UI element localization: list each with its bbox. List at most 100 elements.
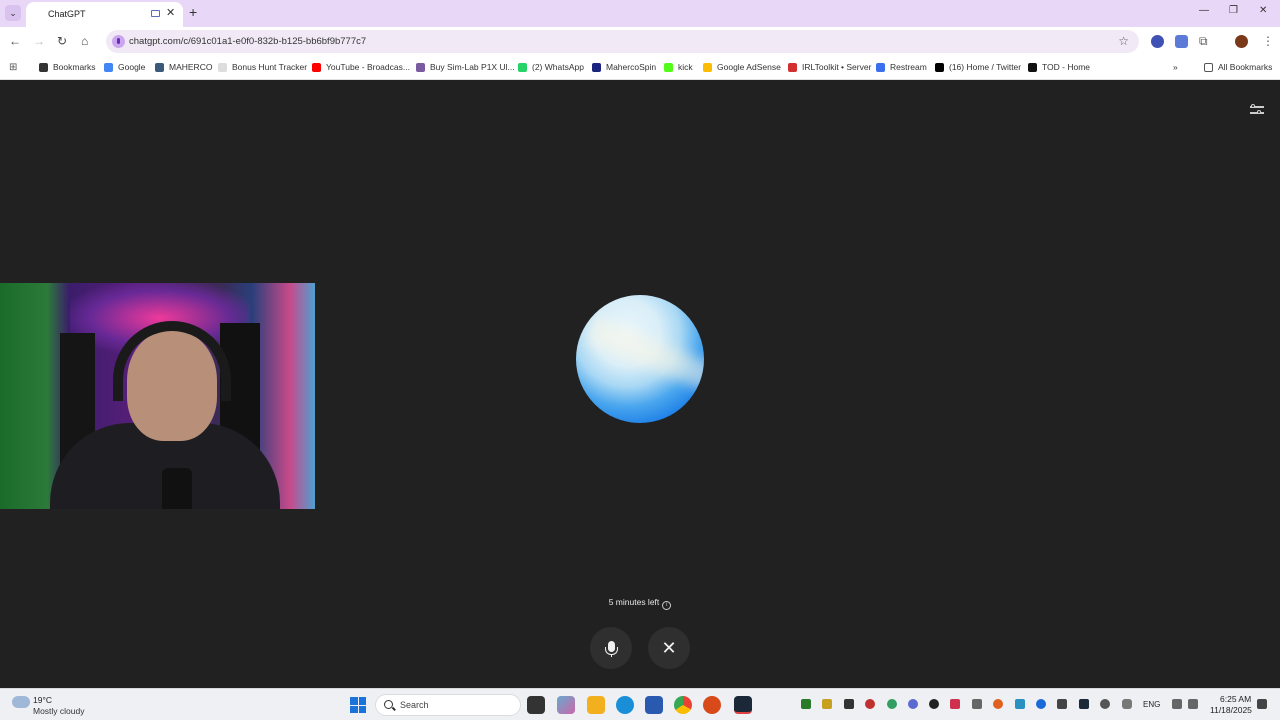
tod-icon xyxy=(1028,62,1037,72)
menu-kebab-icon[interactable]: ⋮ xyxy=(1262,34,1274,48)
task-view-icon[interactable] xyxy=(527,696,545,714)
reload-icon[interactable]: ↻ xyxy=(57,34,67,48)
tab-search-button[interactable]: ⌄ xyxy=(5,5,21,21)
volume-icon[interactable] xyxy=(1188,699,1198,709)
bookmark-item[interactable]: Google AdSense xyxy=(703,62,781,72)
x-icon xyxy=(935,62,944,72)
simlab-icon xyxy=(416,62,425,72)
copilot-icon[interactable] xyxy=(557,696,575,714)
weather-temp: 19°C xyxy=(33,695,52,705)
store-icon[interactable] xyxy=(645,696,663,714)
bookmark-item[interactable]: Bookmarks xyxy=(39,62,96,72)
tray-icon[interactable] xyxy=(887,699,897,709)
whatsapp-icon xyxy=(518,62,527,72)
bookmark-item[interactable]: TOD - Home xyxy=(1028,62,1090,72)
all-bookmarks[interactable]: All Bookmarks xyxy=(1204,62,1272,72)
profile-avatar[interactable] xyxy=(1235,35,1248,48)
minimize-icon[interactable]: — xyxy=(1199,5,1209,16)
address-bar[interactable]: chatgpt.com/c/691c01a1-e0f0-832b-b125-bb… xyxy=(106,30,1139,53)
bookmarks-bar: ⊞ Bookmarks Google MAHERCO Bonus Hunt Track… xyxy=(0,56,1280,80)
tray-icon[interactable] xyxy=(908,699,918,709)
bookmark-item[interactable]: MahercoSpin xyxy=(592,62,656,72)
language-indicator[interactable]: ENG xyxy=(1143,700,1160,709)
end-voice-button[interactable]: ✕ xyxy=(648,627,690,669)
settings-sliders-icon[interactable] xyxy=(1250,103,1264,117)
back-icon[interactable]: ← xyxy=(9,34,21,48)
kick-icon xyxy=(664,62,673,72)
new-tab-button[interactable]: + xyxy=(189,4,197,20)
file-explorer-icon[interactable] xyxy=(587,696,605,714)
bookmark-item[interactable]: (16) Home / Twitter xyxy=(935,62,1021,72)
mic-indicator-icon[interactable] xyxy=(112,35,125,48)
close-icon: ✕ xyxy=(661,637,677,658)
mahercospin-icon xyxy=(592,62,601,72)
network-icon[interactable] xyxy=(1172,699,1182,709)
clock-date[interactable]: 11/18/2025 xyxy=(1210,705,1252,715)
bookmark-item[interactable]: MAHERCO xyxy=(155,62,212,72)
tray-icon[interactable] xyxy=(950,699,960,709)
tray-icon[interactable] xyxy=(1100,699,1110,709)
weather-desc: Mostly cloudy xyxy=(33,706,85,716)
tab-chatgpt[interactable]: ChatGPT ✕ xyxy=(26,2,183,27)
irltoolkit-icon xyxy=(788,62,797,72)
clock-time[interactable]: 6:25 AM xyxy=(1220,694,1251,704)
home-icon[interactable]: ⌂ xyxy=(81,34,88,48)
webcam-overlay xyxy=(0,283,315,509)
restream-icon xyxy=(876,62,885,72)
weather-cloud-icon[interactable] xyxy=(12,696,30,708)
star-icon xyxy=(39,62,48,72)
tab-media-icon[interactable] xyxy=(151,10,160,17)
bluetooth-icon[interactable] xyxy=(1036,699,1046,709)
tray-icon[interactable] xyxy=(993,699,1003,709)
folder-icon xyxy=(1204,62,1213,72)
tray-icon[interactable] xyxy=(844,699,854,709)
mic-tray-icon[interactable] xyxy=(1122,699,1132,709)
apps-grid-icon[interactable]: ⊞ xyxy=(9,62,17,73)
app-icon[interactable] xyxy=(703,696,721,714)
microphone-button[interactable] xyxy=(590,627,632,669)
tray-icon[interactable] xyxy=(1015,699,1025,709)
url-text: chatgpt.com/c/691c01a1-e0f0-832b-b125-bb… xyxy=(129,36,367,47)
time-left-label: 5 minutes left i xyxy=(0,597,1280,610)
window-close-icon[interactable]: ✕ xyxy=(1259,5,1267,16)
start-button[interactable] xyxy=(350,697,366,713)
bookmark-item[interactable]: IRLToolkit • Server xyxy=(788,62,871,72)
bookmark-item[interactable]: (2) WhatsApp xyxy=(518,62,584,72)
notification-bell-icon[interactable] xyxy=(1257,699,1267,709)
browser-toolbar: ← → ↻ ⌂ chatgpt.com/c/691c01a1-e0f0-832b… xyxy=(0,27,1280,56)
extensions-puzzle-icon[interactable]: ⧉ xyxy=(1199,34,1208,49)
edge-icon[interactable] xyxy=(616,696,634,714)
maherco-icon xyxy=(155,62,164,72)
tray-icon[interactable] xyxy=(972,699,982,709)
steam-icon[interactable] xyxy=(734,696,752,714)
google-icon xyxy=(104,62,113,72)
voice-mode-view: 5 minutes left i ✕ xyxy=(0,81,1280,688)
tray-icon[interactable] xyxy=(822,699,832,709)
chrome-icon[interactable] xyxy=(674,696,692,714)
bookmark-item[interactable]: kick xyxy=(664,62,693,72)
bookmark-item[interactable]: Restream xyxy=(876,62,927,72)
bookmark-star-icon[interactable]: ☆ xyxy=(1118,34,1129,48)
bookmark-item[interactable]: Buy Sim-Lab P1X Ul... xyxy=(416,62,515,72)
extension-icon[interactable] xyxy=(1151,35,1164,48)
bookmarks-overflow-icon[interactable]: » xyxy=(1173,62,1178,72)
tray-icon[interactable] xyxy=(801,699,811,709)
bookmark-item[interactable]: YouTube - Broadcas... xyxy=(312,62,410,72)
tray-icon[interactable] xyxy=(865,699,875,709)
youtube-icon xyxy=(312,62,321,72)
tray-icon[interactable] xyxy=(1057,699,1067,709)
tab-strip: ⌄ ChatGPT ✕ + — ❐ ✕ xyxy=(0,0,1280,27)
bookmark-item[interactable]: Bonus Hunt Tracker xyxy=(218,62,307,72)
forward-icon[interactable]: → xyxy=(33,34,45,48)
taskbar-search[interactable]: Search xyxy=(375,694,521,716)
page-icon xyxy=(218,62,227,72)
tray-icon[interactable] xyxy=(929,699,939,709)
microphone-icon xyxy=(604,640,618,657)
tray-icon[interactable] xyxy=(1079,699,1089,709)
tab-title: ChatGPT xyxy=(48,9,86,19)
bookmark-item[interactable]: Google xyxy=(104,62,145,72)
tab-close-icon[interactable]: ✕ xyxy=(166,6,175,19)
restore-icon[interactable]: ❐ xyxy=(1229,5,1238,16)
extension-icon[interactable] xyxy=(1175,35,1188,48)
info-icon[interactable]: i xyxy=(662,601,672,610)
